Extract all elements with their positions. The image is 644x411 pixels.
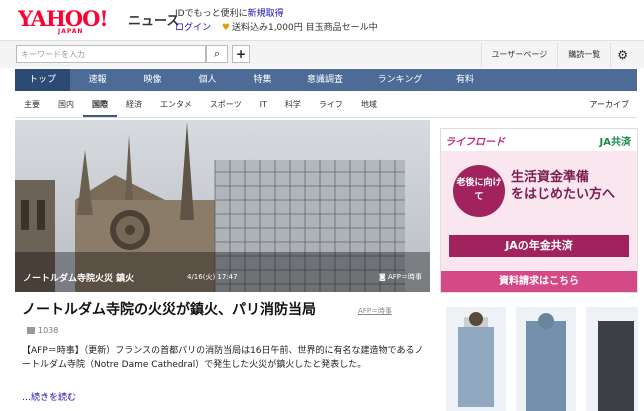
read-more-link[interactable]: …続きを読む: [22, 390, 76, 403]
cat-international[interactable]: 国際: [83, 92, 117, 117]
comment-count-value: 1038: [38, 326, 59, 335]
article-source[interactable]: AFP＝時事: [358, 306, 392, 316]
nav-breaking[interactable]: 速報: [70, 69, 125, 91]
tool-links: ユーザーページ 購読一覧 ⚙: [480, 43, 634, 67]
gear-icon[interactable]: ⚙: [610, 43, 634, 67]
primary-nav: トップ 速報 映像 個人 特集 意識調査 ランキング 有料: [15, 69, 637, 91]
cat-domestic[interactable]: 国内: [49, 92, 83, 117]
archive-link[interactable]: アーカイブ: [589, 92, 629, 118]
camera-icon: ◙: [378, 273, 388, 281]
hero-caption: ノートルダム寺院火災 鎮火: [23, 274, 135, 284]
cat-life[interactable]: ライフ: [310, 92, 352, 117]
signup-promo: IDでもっと便利に新規取得: [175, 6, 284, 19]
ad-brand-row: ライフロード JA共済: [441, 129, 637, 151]
nav-video[interactable]: 映像: [125, 69, 180, 91]
comment-count[interactable]: 1038: [27, 326, 58, 335]
ad-cta-button[interactable]: 資料請求はこちら: [441, 271, 637, 292]
site-header: YAHOO! JAPAN ニュース IDでもっと便利に新規取得 ログイン ♥ 送料…: [0, 0, 644, 40]
add-button[interactable]: +: [232, 45, 250, 63]
hero-date: 4/16(火) 17:47: [187, 273, 238, 281]
cat-science[interactable]: 科学: [276, 92, 310, 117]
cat-entertainment[interactable]: エンタメ: [151, 92, 201, 117]
ad-brand-ja: JA共済: [599, 137, 631, 148]
product-image-2[interactable]: [516, 307, 576, 411]
login-link[interactable]: ログイン: [175, 23, 211, 33]
photo-credit-text: AFP＝時事: [387, 273, 422, 281]
product-image-3[interactable]: [586, 307, 638, 411]
nav-ranking[interactable]: ランキング: [360, 69, 440, 91]
article-body: 【AFP＝時事】（更新）フランスの首都パリの消防当局は16日午前、世界的に有名な…: [22, 346, 424, 370]
logo-sub: JAPAN: [58, 28, 84, 35]
nav-poll[interactable]: 意識調査: [290, 69, 360, 91]
search-button[interactable]: ⌕: [206, 45, 228, 63]
comment-icon: [27, 327, 35, 334]
coin-icon: ♥: [221, 23, 230, 33]
cat-economy[interactable]: 経済: [117, 92, 151, 117]
logo-text: YAHOO!: [18, 6, 109, 31]
photo-credit: ◙ AFP＝時事: [379, 272, 422, 282]
cat-main[interactable]: 主要: [15, 92, 49, 117]
user-page-link[interactable]: ユーザーページ: [480, 43, 558, 67]
service-name[interactable]: ニュース: [128, 10, 179, 29]
nav-personal[interactable]: 個人: [180, 69, 235, 91]
signup-prefix: IDでもっと便利に: [175, 9, 248, 19]
ad-headline-2: をはじめたい方へ: [511, 187, 616, 202]
search-icon: ⌕: [213, 47, 221, 60]
cathedral-photo: [15, 120, 430, 292]
signup-link[interactable]: 新規取得: [248, 9, 284, 19]
search-bar: キーワードを入力 ⌕ + ユーザーページ 購読一覧 ⚙: [0, 40, 644, 68]
ad-headline: 生活資金準備 をはじめたい方へ: [511, 169, 615, 203]
coat-image-1: [458, 312, 494, 407]
cat-region[interactable]: 地域: [352, 92, 386, 117]
cat-sports[interactable]: スポーツ: [201, 92, 251, 117]
category-nav: 主要 国内 国際 経済 エンタメ スポーツ IT 科学 ライフ 地域 アーカイブ: [15, 92, 637, 118]
cat-it[interactable]: IT: [251, 92, 276, 117]
ad-headline-1: 生活資金準備: [511, 170, 590, 185]
subscriptions-link[interactable]: 購読一覧: [557, 43, 610, 67]
ad-product-banner: JAの年金共済: [449, 235, 629, 257]
article-title[interactable]: ノートルダム寺院の火災が鎮火、パリ消防当局: [22, 299, 316, 319]
coat-image-2: [526, 313, 566, 411]
ad-brand-lifeload: ライフロード: [445, 137, 505, 148]
search-input[interactable]: キーワードを入力: [16, 45, 206, 63]
product-image-1[interactable]: [446, 307, 506, 411]
login-row: ログイン ♥ 送料込み1,000円 目玉商品セール中: [175, 20, 378, 33]
nav-feature[interactable]: 特集: [235, 69, 290, 91]
promo-link[interactable]: 送料込み1,000円 目玉商品セール中: [232, 23, 378, 33]
coat-image-3: [598, 321, 634, 411]
ad-circle-badge: 老後に向けて: [453, 165, 505, 217]
ad-banner[interactable]: ライフロード JA共済 老後に向けて 生活資金準備 をはじめたい方へ JAの年金…: [440, 128, 638, 293]
nav-top[interactable]: トップ: [15, 69, 70, 91]
hero-image[interactable]: ノートルダム寺院火災 鎮火 4/16(火) 17:47 ◙ AFP＝時事: [15, 120, 430, 292]
nav-paid[interactable]: 有料: [440, 69, 490, 91]
plus-icon: +: [235, 47, 247, 61]
product-ad[interactable]: [440, 303, 638, 411]
